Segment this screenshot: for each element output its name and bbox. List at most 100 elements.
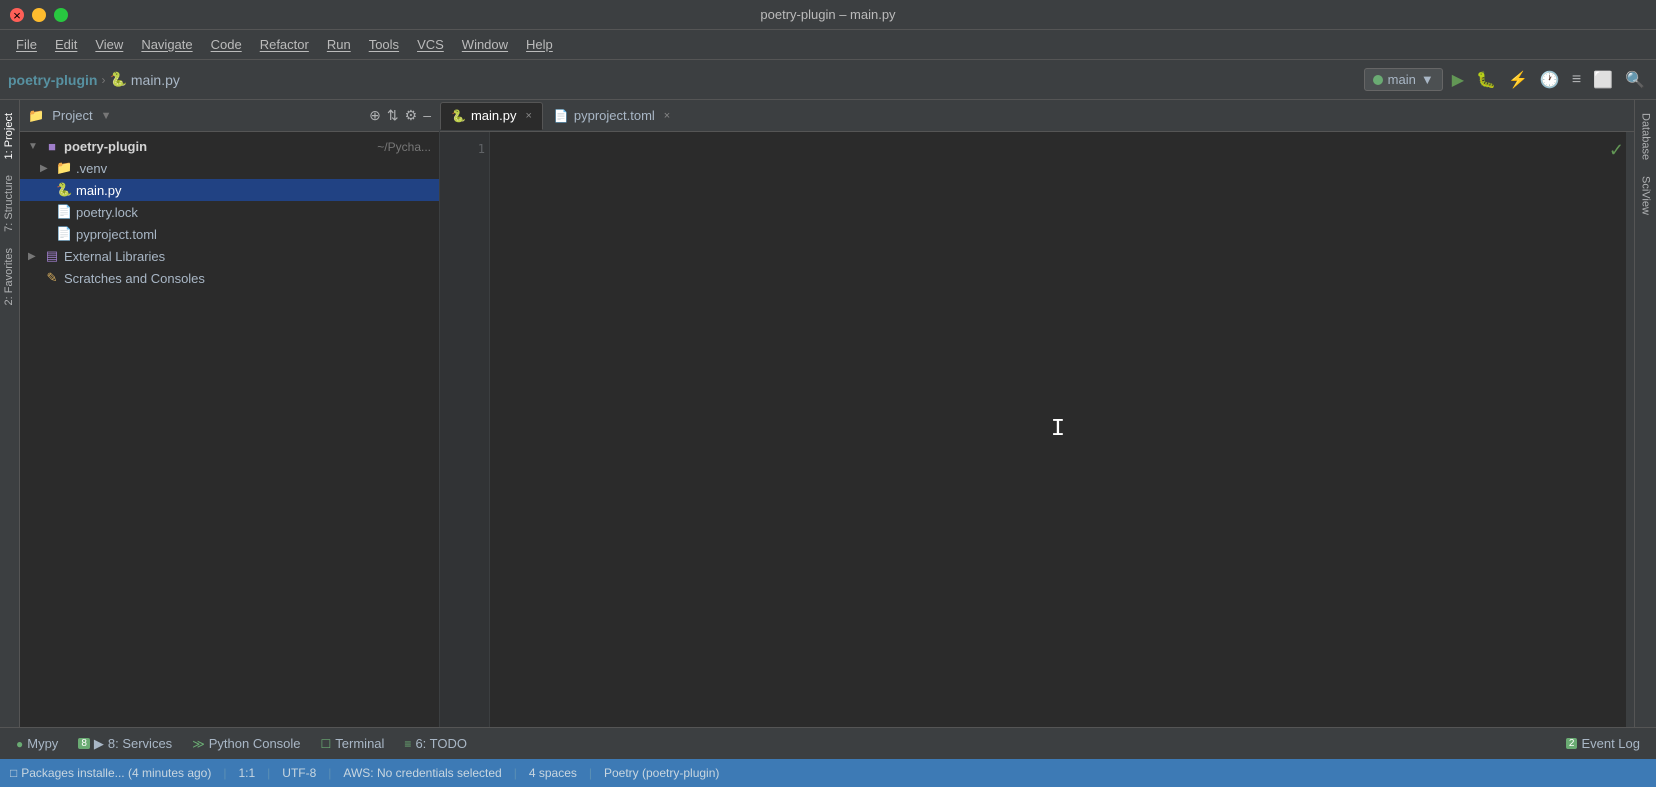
tab-pyprojecttoml[interactable]: 📄 pyproject.toml ×	[543, 102, 681, 130]
close-button[interactable]: ×	[10, 8, 24, 22]
sidebar-tab-sciview[interactable]: SciView	[1637, 168, 1655, 223]
tree-item-poetrylock[interactable]: 📄 poetry.lock	[20, 201, 439, 223]
settings-icon[interactable]: ⚙	[405, 107, 418, 124]
tool-terminal[interactable]: ☐ Terminal	[313, 733, 393, 754]
status-packages[interactable]: □ Packages installe... (4 minutes ago)	[10, 766, 211, 780]
menu-vcs[interactable]: VCS	[409, 33, 452, 56]
status-bar: □ Packages installe... (4 minutes ago) |…	[0, 759, 1656, 787]
window-title: poetry-plugin – main.py	[760, 7, 895, 22]
tree-item-extlibs[interactable]: ▶ ▤ External Libraries	[20, 245, 439, 267]
py-file-icon: 🐍	[56, 182, 72, 198]
search-button[interactable]: 🔍	[1622, 67, 1648, 93]
status-encoding[interactable]: UTF-8	[282, 766, 316, 780]
services-badge: 8	[78, 738, 90, 749]
tree-item-pyprojecttoml[interactable]: 📄 pyproject.toml	[20, 223, 439, 245]
run-config-arrow: ▼	[1421, 72, 1434, 87]
tab-toml-label: pyproject.toml	[574, 108, 655, 123]
tool-terminal-label: Terminal	[335, 736, 384, 751]
breadcrumb-project[interactable]: poetry-plugin	[8, 72, 97, 88]
breadcrumb-separator: ›	[101, 73, 105, 87]
collapse-icon[interactable]: –	[423, 107, 431, 124]
run-button[interactable]: ▶	[1449, 67, 1467, 93]
bookmark-button[interactable]: ≡	[1569, 68, 1584, 92]
tree-item-mainpy[interactable]: 🐍 main.py	[20, 179, 439, 201]
tree-item-root[interactable]: ▼ ■ poetry-plugin ~/Pycha...	[20, 136, 439, 157]
gutter-check-icon: ✓	[1609, 140, 1624, 161]
tool-services-label: 8: Services	[108, 736, 172, 751]
editor-scrollbar[interactable]	[1626, 132, 1634, 727]
tab-toml-close[interactable]: ×	[664, 110, 670, 122]
editor-content[interactable]: 1 I ✓	[440, 132, 1634, 727]
tree-item-venv[interactable]: ▶ 📁 .venv	[20, 157, 439, 179]
py-icon: 🐍	[109, 71, 126, 88]
packages-icon: □	[10, 766, 17, 780]
tool-todo[interactable]: ≡ 6: TODO	[396, 733, 475, 754]
tree-label-venv: .venv	[76, 161, 431, 176]
breadcrumb-filename: main.py	[131, 72, 180, 88]
code-editor[interactable]: I	[490, 132, 1626, 727]
terminal-icon: ☐	[321, 737, 332, 751]
sidebar-tab-favorites[interactable]: 2: Favorites	[0, 240, 19, 313]
file-tree: ▼ ■ poetry-plugin ~/Pycha... ▶ 📁 .venv 🐍…	[20, 132, 439, 727]
maximize-button[interactable]	[54, 8, 68, 22]
tree-label-extlibs: External Libraries	[64, 249, 431, 264]
menu-navigate[interactable]: Navigate	[133, 33, 200, 56]
tree-item-scratches[interactable]: ✎ Scratches and Consoles	[20, 267, 439, 289]
project-panel-header: 📁 Project ▼ ⊕ ⇅ ⚙ –	[20, 100, 439, 132]
tree-path-root: ~/Pycha...	[377, 140, 431, 154]
tree-label-poetrylock: poetry.lock	[76, 205, 431, 220]
tab-mainpy[interactable]: 🐍 main.py ×	[440, 102, 543, 130]
menu-view[interactable]: View	[87, 33, 131, 56]
status-spaces[interactable]: 4 spaces	[529, 766, 577, 780]
status-spaces-label: 4 spaces	[529, 766, 577, 780]
status-sep-4: |	[514, 766, 517, 780]
project-panel-title: Project	[52, 108, 92, 123]
status-position[interactable]: 1:1	[238, 766, 255, 780]
run-config-label: main	[1388, 72, 1416, 87]
sidebar-tab-structure[interactable]: 7: Structure	[0, 167, 19, 240]
status-poetry[interactable]: Poetry (poetry-plugin)	[604, 766, 719, 780]
tab-mainpy-close[interactable]: ×	[525, 110, 531, 122]
menu-window[interactable]: Window	[454, 33, 516, 56]
tab-py-icon: 🐍	[451, 109, 466, 123]
sidebar-tab-database[interactable]: Database	[1637, 105, 1655, 168]
menu-refactor[interactable]: Refactor	[252, 33, 317, 56]
run-config-selector[interactable]: main ▼	[1364, 68, 1443, 91]
bottom-tools-right: 2 Event Log	[1558, 733, 1648, 754]
debug-button[interactable]: 🐛	[1473, 67, 1499, 93]
tab-mainpy-label: main.py	[471, 108, 517, 123]
menu-code[interactable]: Code	[203, 33, 250, 56]
stop-button[interactable]: ⬜	[1590, 67, 1616, 93]
line-numbers: 1	[440, 132, 490, 727]
locate-icon[interactable]: ⊕	[369, 107, 381, 124]
title-bar: × poetry-plugin – main.py	[0, 0, 1656, 30]
tree-label-mainpy: main.py	[76, 183, 431, 198]
menu-bar: File Edit View Navigate Code Refactor Ru…	[0, 30, 1656, 60]
folder-root-icon: ■	[44, 139, 60, 154]
folder-icon: 📁	[28, 108, 44, 124]
sidebar-tab-project[interactable]: 1: Project	[0, 105, 19, 167]
main-layout: 1: Project 7: Structure 2: Favorites 📁 P…	[0, 100, 1656, 727]
tool-event-log[interactable]: 2 Event Log	[1558, 733, 1648, 754]
menu-file[interactable]: File	[8, 33, 45, 56]
tool-mypy[interactable]: ● Mypy	[8, 733, 66, 754]
menu-edit[interactable]: Edit	[47, 33, 85, 56]
tool-python-console[interactable]: ≫ Python Console	[184, 733, 308, 754]
tool-services[interactable]: 8 ▶ 8: Services	[70, 733, 180, 755]
menu-help[interactable]: Help	[518, 33, 561, 56]
menu-tools[interactable]: Tools	[361, 33, 407, 56]
status-aws[interactable]: AWS: No credentials selected	[343, 766, 501, 780]
status-encoding-label: UTF-8	[282, 766, 316, 780]
chevron-down-icon: ▼	[101, 110, 112, 122]
minimize-button[interactable]	[32, 8, 46, 22]
menu-run[interactable]: Run	[319, 33, 359, 56]
left-sidebar-tabs: 1: Project 7: Structure 2: Favorites	[0, 100, 20, 727]
tool-todo-label: 6: TODO	[415, 736, 467, 751]
coverage-button[interactable]: ⚡	[1505, 67, 1531, 93]
profile-button[interactable]: 🕐	[1537, 67, 1563, 93]
tool-python-console-label: Python Console	[209, 736, 301, 751]
status-sep-2: |	[267, 766, 270, 780]
expand-arrow-venv: ▶	[40, 163, 52, 174]
status-aws-label: AWS: No credentials selected	[343, 766, 501, 780]
sort-icon[interactable]: ⇅	[387, 107, 399, 124]
